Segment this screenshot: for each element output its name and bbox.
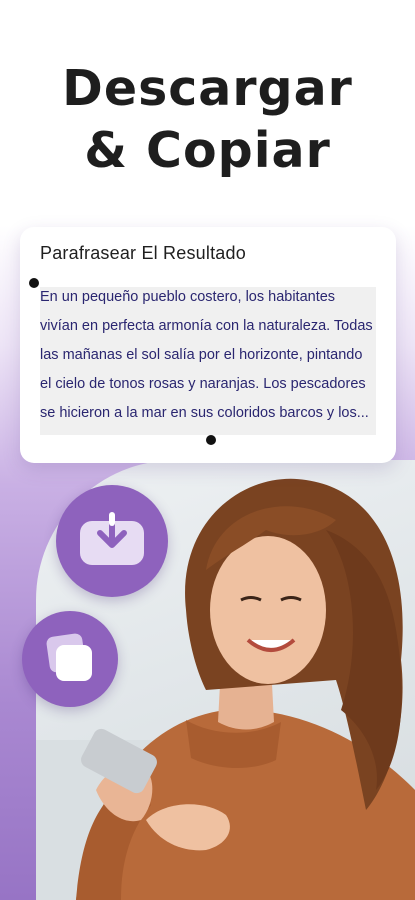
headline-line-2: & Copiar [84,122,331,179]
selection-end-handle[interactable] [206,435,216,445]
download-icon [80,512,144,565]
paraphrase-result-card: Parafrasear El Resultado En un pequeño p… [20,227,396,463]
download-button[interactable] [56,485,168,597]
paraphrased-text[interactable]: En un pequeño pueblo costero, los habita… [40,283,376,428]
copy-button[interactable] [22,611,118,707]
card-title: Parafrasear El Resultado [40,243,246,263]
headline: Descargar & Copiar [0,58,415,182]
selection-start-handle[interactable] [29,278,39,288]
headline-line-1: Descargar [62,60,353,117]
copy-icon [46,633,92,681]
